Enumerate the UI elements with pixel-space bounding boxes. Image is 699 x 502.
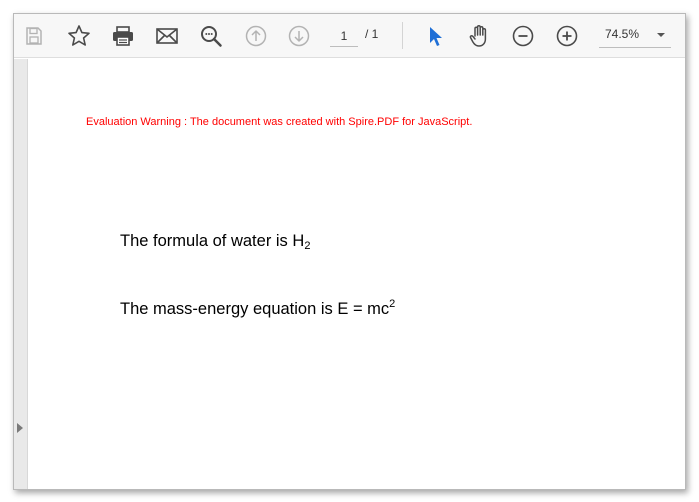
toolbar-divider bbox=[402, 22, 403, 49]
bookmark-button[interactable] bbox=[65, 22, 93, 50]
zoom-level-select[interactable]: 74.5% bbox=[599, 24, 671, 48]
zoom-out-icon bbox=[512, 25, 534, 47]
previous-page-button[interactable] bbox=[242, 22, 270, 50]
search-button[interactable] bbox=[197, 22, 225, 50]
hand-pan-icon bbox=[469, 25, 487, 47]
email-button[interactable] bbox=[153, 22, 181, 50]
sidebar-toggle-icon[interactable] bbox=[17, 423, 23, 433]
mass-energy-line: The mass-energy equation is E = mc2 bbox=[120, 298, 396, 319]
previous-page-icon bbox=[245, 25, 267, 47]
print-icon bbox=[113, 26, 133, 46]
next-page-button[interactable] bbox=[285, 22, 313, 50]
select-tool-button[interactable] bbox=[422, 22, 450, 50]
zoom-level-value: 74.5% bbox=[605, 27, 640, 41]
water-formula-text: The formula of water is H bbox=[120, 232, 305, 250]
page-number-input[interactable] bbox=[330, 25, 358, 47]
select-cursor-icon bbox=[430, 27, 442, 46]
zoom-in-button[interactable] bbox=[553, 22, 581, 50]
zoom-in-icon bbox=[556, 25, 578, 47]
zoom-out-button[interactable] bbox=[509, 22, 537, 50]
hand-tool-button[interactable] bbox=[465, 22, 493, 50]
next-page-icon bbox=[288, 25, 310, 47]
save-icon bbox=[26, 27, 42, 45]
water-formula-subscript: 2 bbox=[304, 240, 311, 252]
mass-energy-superscript: 2 bbox=[389, 298, 396, 310]
chevron-down-icon bbox=[657, 33, 665, 37]
mass-energy-text: The mass-energy equation is E = mc bbox=[120, 300, 390, 318]
email-icon bbox=[156, 28, 178, 44]
bookmark-icon bbox=[68, 25, 90, 46]
print-button[interactable] bbox=[109, 22, 137, 50]
page-total: / 1 bbox=[365, 27, 379, 41]
document-page: Evaluation Warning : The document was cr… bbox=[29, 59, 685, 489]
water-formula-line: The formula of water is H2 bbox=[120, 232, 311, 252]
search-icon bbox=[201, 26, 222, 47]
sidebar-strip bbox=[14, 59, 28, 489]
toolbar: / 1 74.5% bbox=[14, 14, 685, 58]
pdf-viewer-window: / 1 74.5% bbox=[13, 13, 686, 490]
evaluation-warning: Evaluation Warning : The document was cr… bbox=[86, 116, 473, 128]
save-button[interactable] bbox=[20, 22, 48, 50]
